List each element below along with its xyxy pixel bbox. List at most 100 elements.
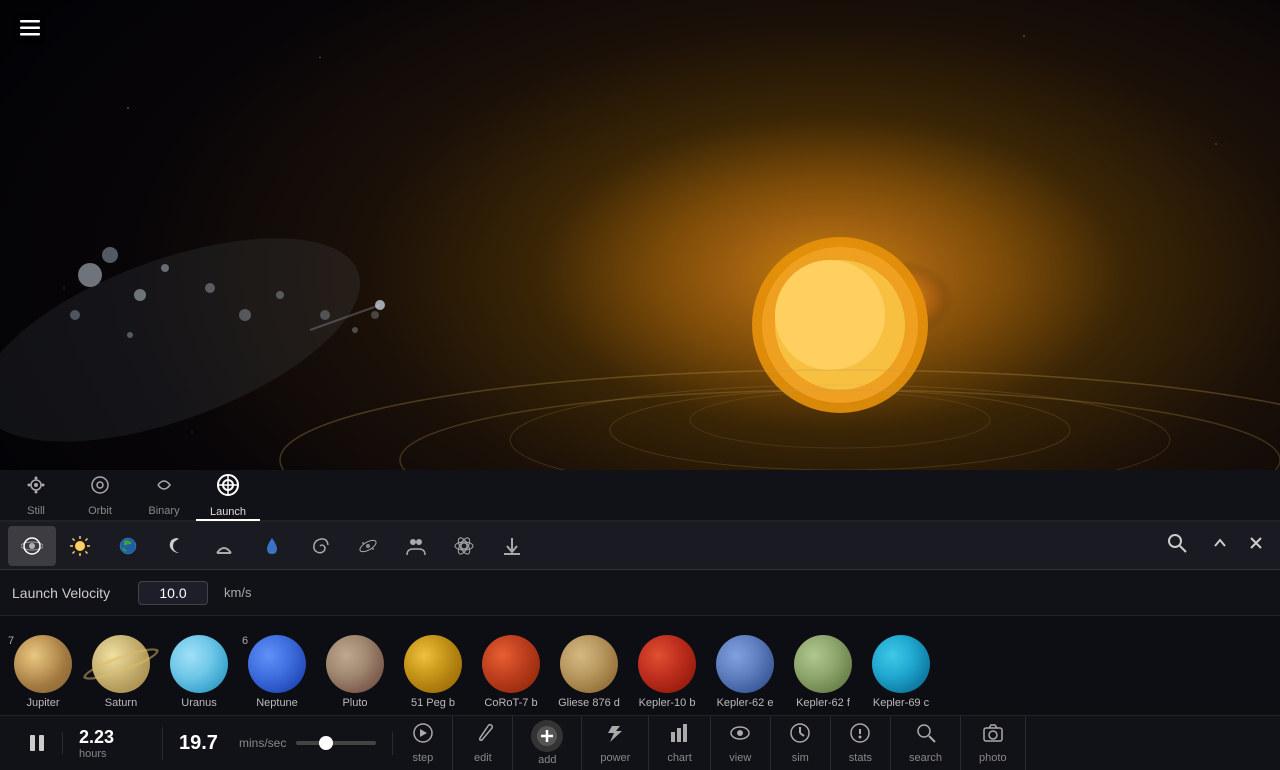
edit-label: edit [474,752,492,764]
pause-button[interactable] [12,732,63,754]
launch-label: Launch [210,506,246,518]
chart-button[interactable]: chart [649,716,710,770]
planet-pluto[interactable]: Pluto [316,631,394,715]
toolbar-ring-btn[interactable] [200,526,248,566]
toolbar-atom-btn[interactable] [440,526,488,566]
time-display: 2.23 hours [63,727,163,760]
planet-corot7b[interactable]: CoRoT-7 b [472,631,550,715]
speed-section: 19.7 mins/sec [163,732,393,755]
saturn-label: Saturn [105,697,137,709]
saturn-image [92,635,150,693]
step-button[interactable]: step [393,716,453,770]
nav-tabs: Still Orbit Binary Launch [0,470,1280,522]
search-label: search [909,752,942,764]
kepler10b-label: Kepler-10 b [639,697,696,709]
corot7b-image [482,635,540,693]
toolbar-search-area [1166,531,1272,560]
view-button[interactable]: view [711,716,771,770]
power-label: power [600,752,630,764]
planet-neptune[interactable]: 6 Neptune [238,631,316,715]
add-label: add [538,754,556,766]
jupiter-count: 7 [8,635,14,647]
close-button[interactable] [1240,531,1272,560]
planet-uranus[interactable]: Uranus [160,631,238,715]
neptune-image [248,635,306,693]
kepler69c-label: Kepler-69 c [873,697,929,709]
pluto-image [326,635,384,693]
launch-velocity-bar: Launch Velocity km/s [0,570,1280,616]
tab-still[interactable]: Still [4,471,68,521]
sim-label: sim [792,752,809,764]
planet-scroll-row[interactable]: 7 Jupiter Saturn Uranus 6 Neptune Pluto [0,616,1280,716]
planet-jupiter[interactable]: 7 Jupiter [4,631,82,715]
planet-gliese876d[interactable]: Gliese 876 d [550,631,628,715]
orbit-label: Orbit [88,505,112,517]
uranus-image [170,635,228,693]
view-label: view [729,752,751,764]
sim-button[interactable]: sim [771,716,831,770]
add-button[interactable]: add [513,716,582,770]
toolbar-spiral-btn[interactable] [296,526,344,566]
stats-button[interactable]: stats [831,716,891,770]
jupiter-image [14,635,72,693]
photo-label: photo [979,752,1007,764]
status-bar: 2.23 hours 19.7 mins/sec step edit [0,716,1280,770]
velocity-input[interactable] [138,581,208,605]
kepler69c-image [872,635,930,693]
search-icon[interactable] [1166,532,1188,560]
step-icon [412,722,434,750]
launch-velocity-label: Launch Velocity [12,585,122,601]
time-unit: hours [79,748,146,760]
kepler10b-image [638,635,696,693]
tab-binary[interactable]: Binary [132,471,196,521]
planet-kepler62e[interactable]: Kepler-62 e [706,631,784,715]
collapse-button[interactable] [1204,531,1236,560]
speed-slider[interactable] [296,741,376,745]
toolbar-moon-btn[interactable] [152,526,200,566]
chart-label: chart [667,752,691,764]
planet-51pegb[interactable]: 51 Peg b [394,631,472,715]
peg51b-image [404,635,462,693]
binary-label: Binary [148,505,179,517]
toolbar-people-btn[interactable] [392,526,440,566]
photo-icon [982,722,1004,750]
toolbar-water-btn[interactable] [248,526,296,566]
speed-unit: mins/sec [239,736,286,750]
kepler62e-image [716,635,774,693]
gliese876d-image [560,635,618,693]
toolbar-earth-btn[interactable] [104,526,152,566]
still-icon [24,473,48,503]
toolbar-download-btn[interactable] [488,526,536,566]
power-icon [604,722,626,750]
power-button[interactable]: power [582,716,649,770]
kepler62f-image [794,635,852,693]
planet-kepler62f[interactable]: Kepler-62 f [784,631,862,715]
tab-launch[interactable]: Launch [196,471,260,521]
toolbar-row [0,522,1280,570]
toolbar-galaxy-btn[interactable] [344,526,392,566]
kepler62e-label: Kepler-62 e [717,697,774,709]
chart-icon [669,722,691,750]
planet-kepler10b[interactable]: Kepler-10 b [628,631,706,715]
stats-icon [849,722,871,750]
tab-orbit[interactable]: Orbit [68,471,132,521]
edit-button[interactable]: edit [453,716,513,770]
time-value: 2.23 [79,727,146,748]
menu-button[interactable] [14,14,46,45]
gliese876d-label: Gliese 876 d [558,697,620,709]
speed-value: 19.7 [179,732,229,755]
step-label: step [412,752,433,764]
corot7b-label: CoRoT-7 b [484,697,537,709]
photo-button[interactable]: photo [961,716,1026,770]
planet-saturn[interactable]: Saturn [82,631,160,715]
search-button[interactable]: search [891,716,961,770]
planet-kepler69c[interactable]: Kepler-69 c [862,631,940,715]
edit-icon [472,722,494,750]
toolbar-planet-btn[interactable] [8,526,56,566]
binary-icon [152,473,176,503]
add-circle-icon [531,720,563,752]
view-icon [729,722,751,750]
pause-icon [26,732,48,754]
bottom-panel: Still Orbit Binary Launch [0,470,1280,720]
toolbar-sun-btn[interactable] [56,526,104,566]
